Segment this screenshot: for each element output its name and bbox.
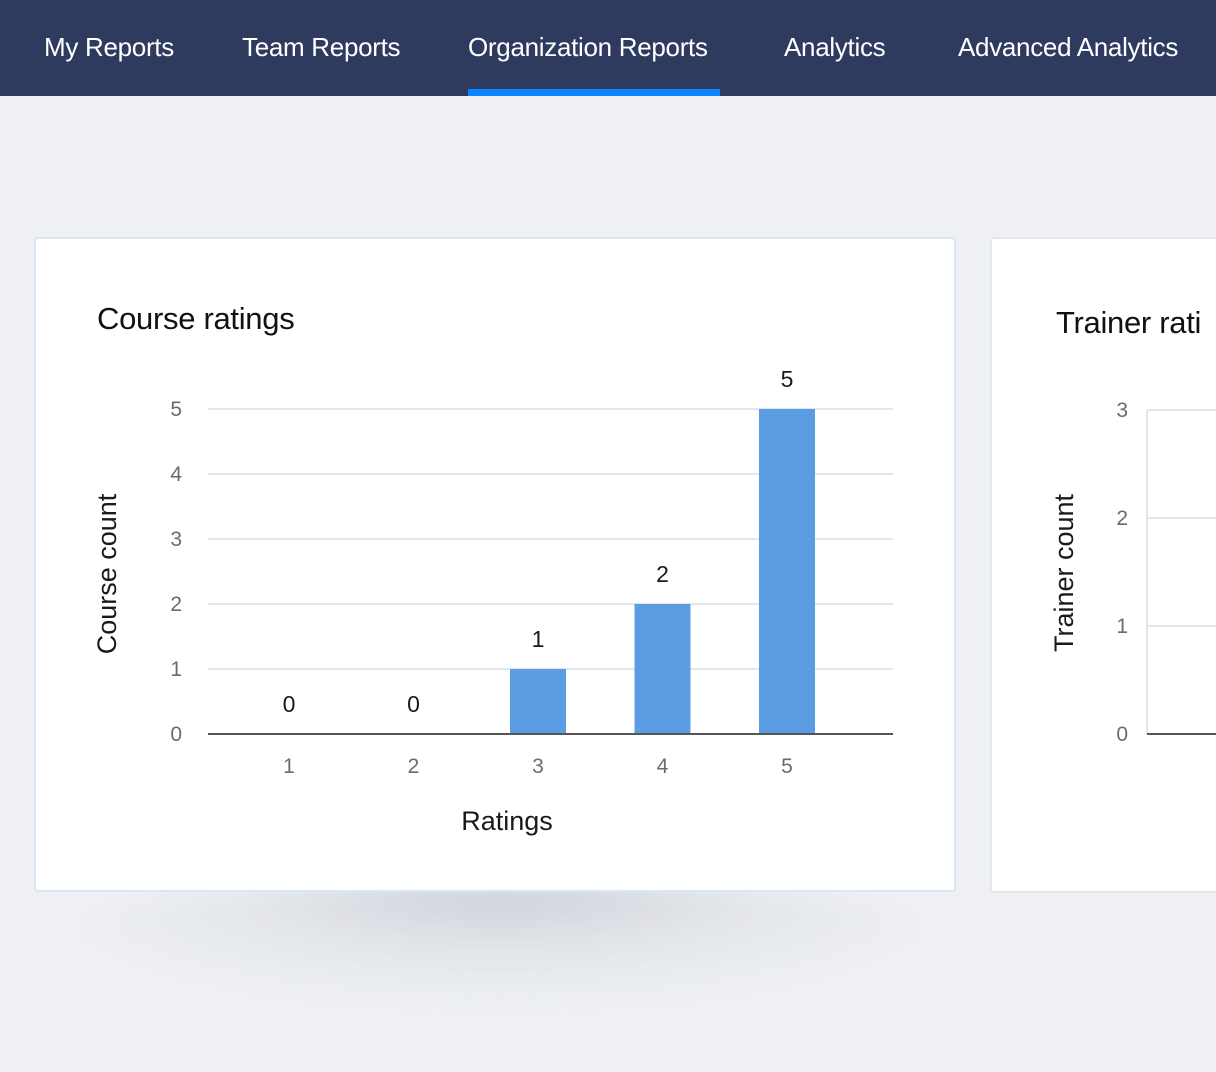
y-tick-label: 2 — [1116, 507, 1128, 530]
trainer-ratings-chart: 0 1 2 3 Trainer count — [1049, 399, 1216, 746]
y-tick-label: 3 — [1116, 399, 1128, 422]
y-axis-title: Trainer count — [1049, 493, 1079, 652]
y-tick-label: 0 — [1116, 723, 1128, 746]
y-tick-label: 1 — [1116, 615, 1128, 638]
